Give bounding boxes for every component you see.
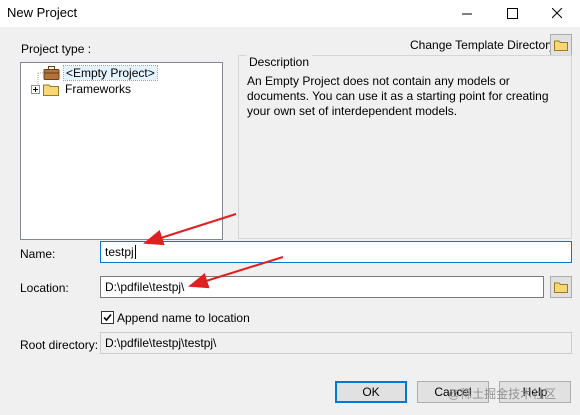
close-icon (552, 8, 563, 19)
maximize-button[interactable] (490, 0, 535, 27)
maximize-icon (507, 8, 518, 19)
title-bar: New Project (0, 0, 580, 27)
watermark-text: @稀土掘金技术社区 (448, 387, 557, 401)
root-directory-label: Root directory: (20, 338, 99, 352)
project-type-tree[interactable]: <Empty Project> Frameworks (20, 62, 223, 240)
ok-button[interactable]: OK (335, 381, 407, 403)
tree-item-empty-project[interactable]: <Empty Project> (43, 65, 158, 81)
tree-item-label: Frameworks (65, 82, 132, 96)
minimize-icon (462, 13, 472, 15)
ok-button-label: OK (362, 385, 380, 399)
name-input-value: testpj (105, 245, 134, 259)
expand-icon[interactable] (31, 84, 40, 94)
folder-icon (554, 40, 568, 51)
change-template-label: Change Template Directory: (410, 38, 559, 52)
minimize-button[interactable] (445, 0, 490, 27)
append-name-checkbox[interactable] (101, 311, 114, 324)
change-template-button[interactable] (550, 34, 572, 56)
close-button[interactable] (535, 0, 580, 27)
location-input[interactable]: D:\pdfile\testpj\ (100, 276, 544, 298)
append-name-label[interactable]: Append name to location (117, 311, 250, 325)
folder-icon (554, 282, 568, 293)
name-input[interactable]: testpj​ (100, 241, 572, 263)
folder-icon (43, 84, 59, 96)
checkmark-icon (103, 313, 112, 322)
root-directory-field: D:\pdfile\testpj\testpj\ (100, 332, 572, 354)
text-caret: ​ (134, 245, 136, 259)
description-legend: Description (246, 55, 313, 69)
name-label: Name: (20, 247, 56, 261)
window-title: New Project (7, 5, 78, 20)
location-label: Location: (20, 281, 69, 295)
tree-item-frameworks[interactable]: Frameworks (31, 81, 133, 97)
root-directory-value: D:\pdfile\testpj\testpj\ (105, 336, 217, 350)
description-text: An Empty Project does not contain any mo… (247, 74, 549, 118)
tree-item-label: <Empty Project> (63, 65, 158, 81)
briefcase-icon (43, 66, 60, 80)
project-type-label: Project type : (21, 42, 92, 56)
location-input-value: D:\pdfile\testpj\ (105, 280, 185, 294)
browse-location-button[interactable] (550, 276, 572, 298)
